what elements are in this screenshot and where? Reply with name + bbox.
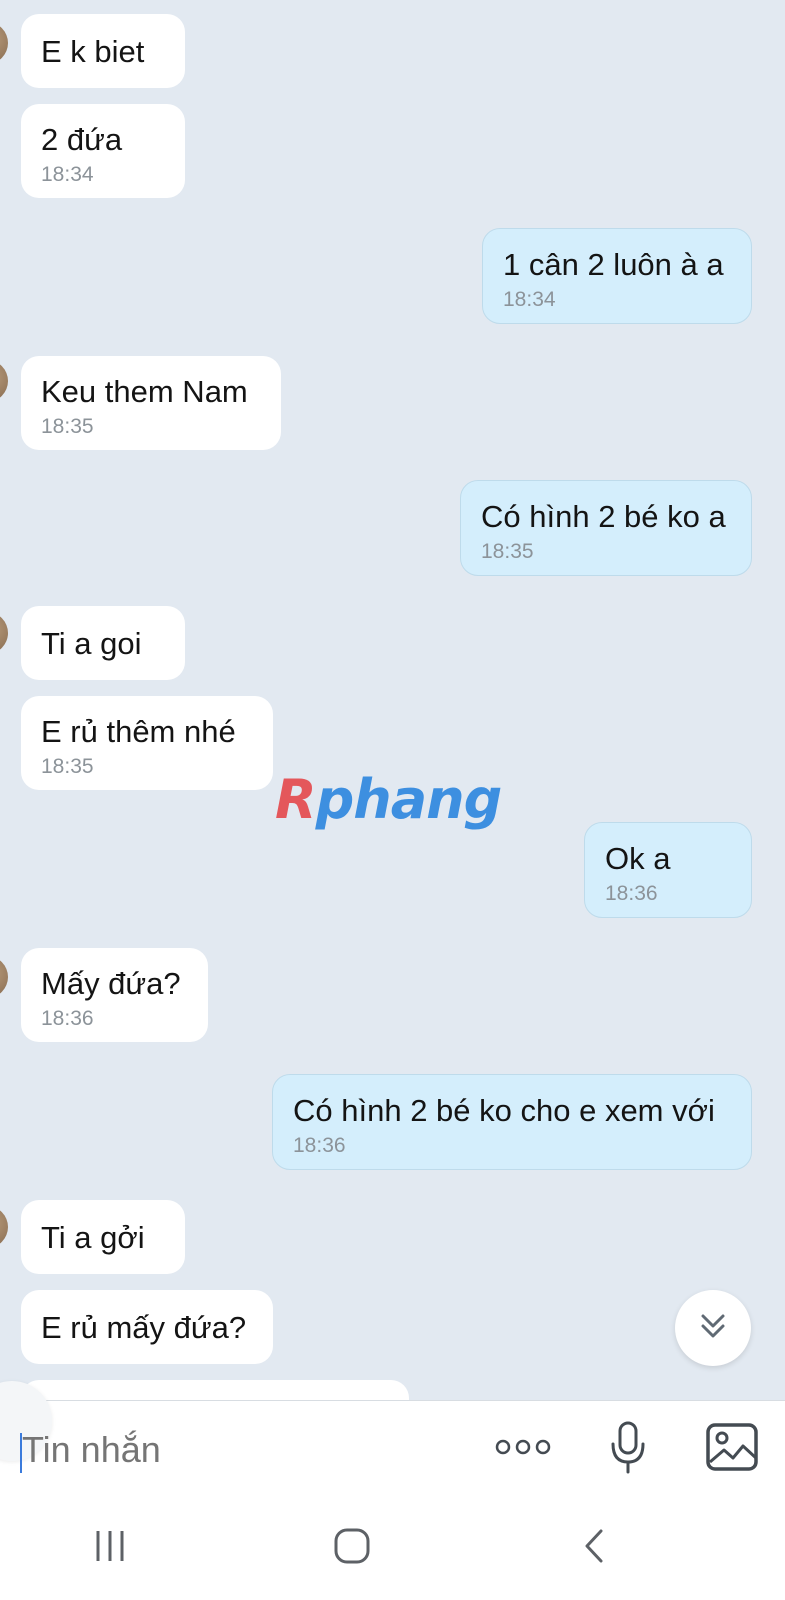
message-text: 2 đứa [41, 122, 123, 157]
contact-avatar[interactable] [0, 612, 8, 654]
message-bubble-incoming[interactable]: Ti a gởi [21, 1200, 185, 1274]
message-bubble-outgoing[interactable]: 1 cân 2 luôn à a 18:34 [482, 228, 752, 324]
back-button[interactable] [564, 1526, 624, 1570]
message-text: Ti a gởi [41, 1220, 145, 1255]
message-text: E rủ mấy đứa? [41, 1310, 247, 1345]
message-text: 1 cân 2 luôn à a [503, 247, 724, 282]
message-text: Keu them Nam [41, 374, 248, 409]
message-time: 18:34 [41, 163, 94, 186]
voice-record-button[interactable] [603, 1421, 653, 1477]
message-text: Ti a goi [41, 626, 142, 661]
scroll-to-bottom-button[interactable] [675, 1290, 751, 1366]
contact-avatar[interactable] [0, 22, 8, 64]
system-navigation-bar [0, 1496, 785, 1600]
chat-area[interactable]: E k biet 2 đứa 18:34 1 cân 2 luôn à a 18… [0, 0, 785, 1400]
message-text: E rủ thêm nhé [41, 714, 236, 749]
image-icon [705, 1422, 759, 1477]
message-bubble-outgoing[interactable]: Ok a 18:36 [584, 822, 752, 918]
message-input[interactable] [22, 1429, 422, 1471]
message-time: 18:36 [293, 1134, 346, 1157]
message-time: 18:36 [41, 1007, 94, 1030]
message-bubble-incoming[interactable]: Ti a goi [21, 606, 185, 680]
message-text: Có hình 2 bé ko a [481, 499, 726, 534]
message-bubble-outgoing[interactable]: Có hình 2 bé ko cho e xem với 18:36 [272, 1074, 752, 1170]
double-chevron-down-icon [695, 1308, 731, 1349]
contact-avatar[interactable] [0, 360, 8, 402]
message-text: Có hình 2 bé ko cho e xem với [293, 1093, 715, 1128]
back-icon [579, 1527, 609, 1570]
message-bubble-incoming-partial[interactable] [21, 1380, 409, 1400]
message-time: 18:35 [41, 755, 94, 778]
home-icon [332, 1526, 372, 1571]
recent-apps-icon [92, 1529, 128, 1568]
message-time: 18:35 [41, 415, 94, 438]
message-time: 18:36 [605, 882, 658, 905]
message-composer [0, 1381, 785, 1496]
message-text: Mấy đứa? [41, 966, 181, 1001]
message-bubble-incoming[interactable]: E k biet [21, 14, 185, 88]
send-image-button[interactable] [703, 1421, 761, 1477]
message-time: 18:34 [503, 288, 556, 311]
message-bubble-incoming[interactable]: Mấy đứa? 18:36 [21, 948, 208, 1042]
contact-avatar[interactable] [0, 956, 8, 998]
more-button[interactable] [493, 1421, 553, 1477]
message-time: 18:35 [481, 540, 534, 563]
microphone-icon [608, 1420, 648, 1479]
message-bubble-incoming[interactable]: Keu them Nam 18:35 [21, 356, 281, 450]
recent-apps-button[interactable] [80, 1526, 140, 1570]
message-bubble-incoming[interactable]: E rủ thêm nhé 18:35 [21, 696, 273, 790]
message-text: E k biet [41, 34, 145, 69]
message-bubble-incoming[interactable]: 2 đứa 18:34 [21, 104, 185, 198]
message-text: Ok a [605, 841, 671, 876]
more-dots-icon [495, 1437, 551, 1462]
home-button[interactable] [322, 1526, 382, 1570]
message-bubble-incoming[interactable]: E rủ mấy đứa? [21, 1290, 273, 1364]
contact-avatar[interactable] [0, 1206, 8, 1248]
watermark-logo: Rphang [275, 768, 502, 831]
message-bubble-outgoing[interactable]: Có hình 2 bé ko a 18:35 [460, 480, 752, 576]
